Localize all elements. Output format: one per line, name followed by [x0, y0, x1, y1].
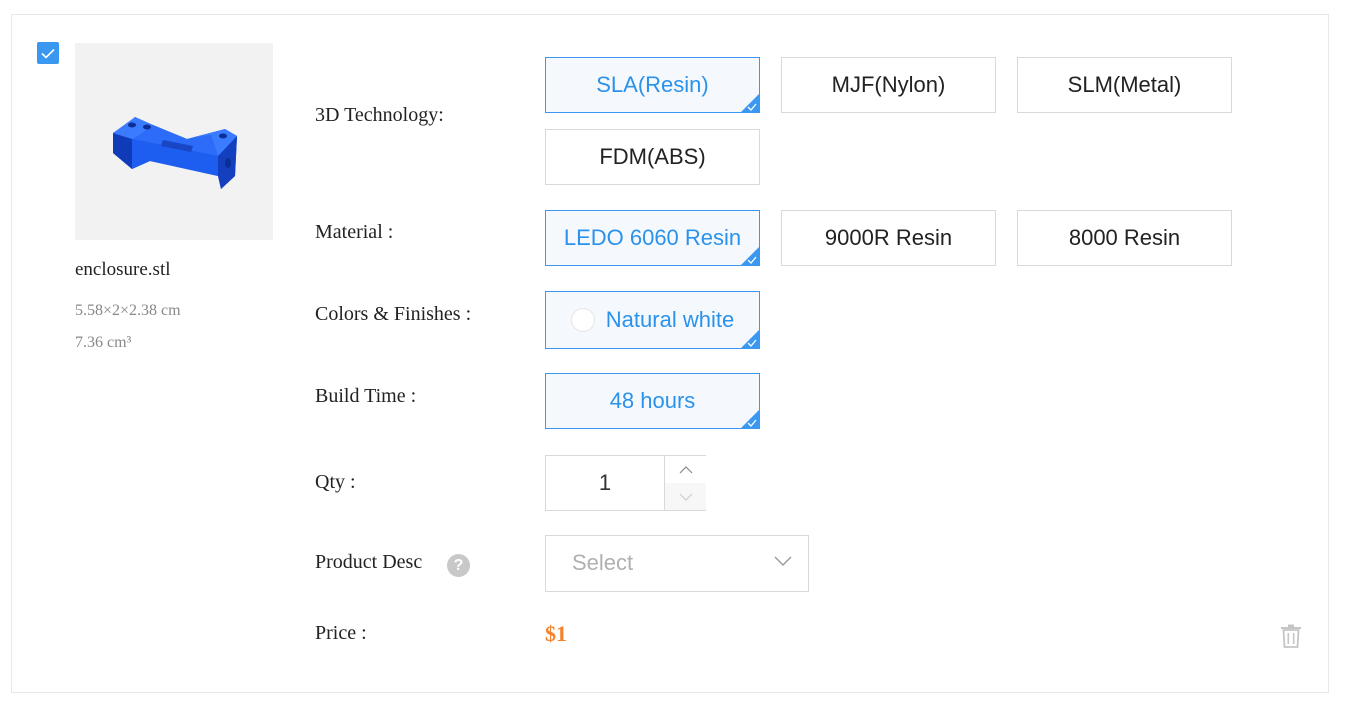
- delete-button[interactable]: [1280, 624, 1302, 653]
- quantity-decrease-button[interactable]: [665, 483, 706, 510]
- model-preview-image: [113, 117, 237, 189]
- option-label: LEDO 6060 Resin: [563, 225, 742, 250]
- material-option-ledo-6060[interactable]: LEDO 6060 Resin: [545, 210, 760, 266]
- build-time-label: Build Time :: [315, 385, 417, 407]
- technology-option-slm[interactable]: SLM(Metal): [1017, 57, 1232, 113]
- check-icon: [747, 256, 757, 264]
- color-swatch: [570, 308, 595, 332]
- model-thumbnail[interactable]: [75, 43, 273, 240]
- select-placeholder: Select: [572, 550, 634, 575]
- chevron-down-icon: [774, 556, 792, 566]
- product-desc-select[interactable]: Select: [545, 535, 809, 592]
- option-label: FDM(ABS): [599, 144, 706, 169]
- file-name: enclosure.stl: [75, 259, 171, 280]
- check-icon: [747, 339, 757, 347]
- option-label: 9000R Resin: [824, 225, 953, 250]
- question-icon: ?: [453, 556, 464, 574]
- trash-icon: [1281, 624, 1301, 648]
- option-label: MJF(Nylon): [831, 72, 946, 97]
- option-label: Natural white: [605, 307, 735, 332]
- color-option-natural-white[interactable]: Natural white: [545, 291, 760, 349]
- technology-label: 3D Technology:: [315, 104, 444, 126]
- option-label: 8000 Resin: [1068, 225, 1181, 250]
- quantity-stepper: 1: [545, 455, 706, 511]
- quantity-buttons: [664, 456, 706, 510]
- check-icon: [747, 419, 757, 427]
- option-label: SLA(Resin): [596, 72, 709, 97]
- technology-option-sla[interactable]: SLA(Resin): [545, 57, 760, 113]
- qty-label: Qty :: [315, 471, 356, 493]
- chevron-down-icon: [679, 493, 692, 501]
- technology-option-mjf[interactable]: MJF(Nylon): [781, 57, 996, 113]
- model-dimensions: 5.58×2×2.38 cm: [75, 302, 181, 319]
- check-icon: [747, 103, 757, 111]
- option-label: SLM(Metal): [1067, 72, 1182, 97]
- technology-option-fdm[interactable]: FDM(ABS): [545, 129, 760, 185]
- material-option-8000[interactable]: 8000 Resin: [1017, 210, 1232, 266]
- chevron-up-icon: [679, 465, 692, 473]
- material-option-9000r[interactable]: 9000R Resin: [781, 210, 996, 266]
- price-value: $1: [545, 621, 567, 646]
- option-label: 48 hours: [609, 388, 696, 413]
- check-icon: [41, 48, 55, 59]
- help-icon[interactable]: ?: [447, 554, 470, 577]
- material-label: Material :: [315, 221, 394, 243]
- quantity-increase-button[interactable]: [665, 456, 706, 484]
- colors-label: Colors & Finishes :: [315, 303, 472, 325]
- build-time-option-48h[interactable]: 48 hours: [545, 373, 760, 429]
- model-volume: 7.36 cm³: [75, 334, 132, 351]
- product-desc-label: Product Desc: [315, 551, 423, 573]
- price-label: Price :: [315, 622, 367, 644]
- item-checkbox[interactable]: [37, 42, 59, 64]
- quantity-input[interactable]: 1: [546, 456, 664, 510]
